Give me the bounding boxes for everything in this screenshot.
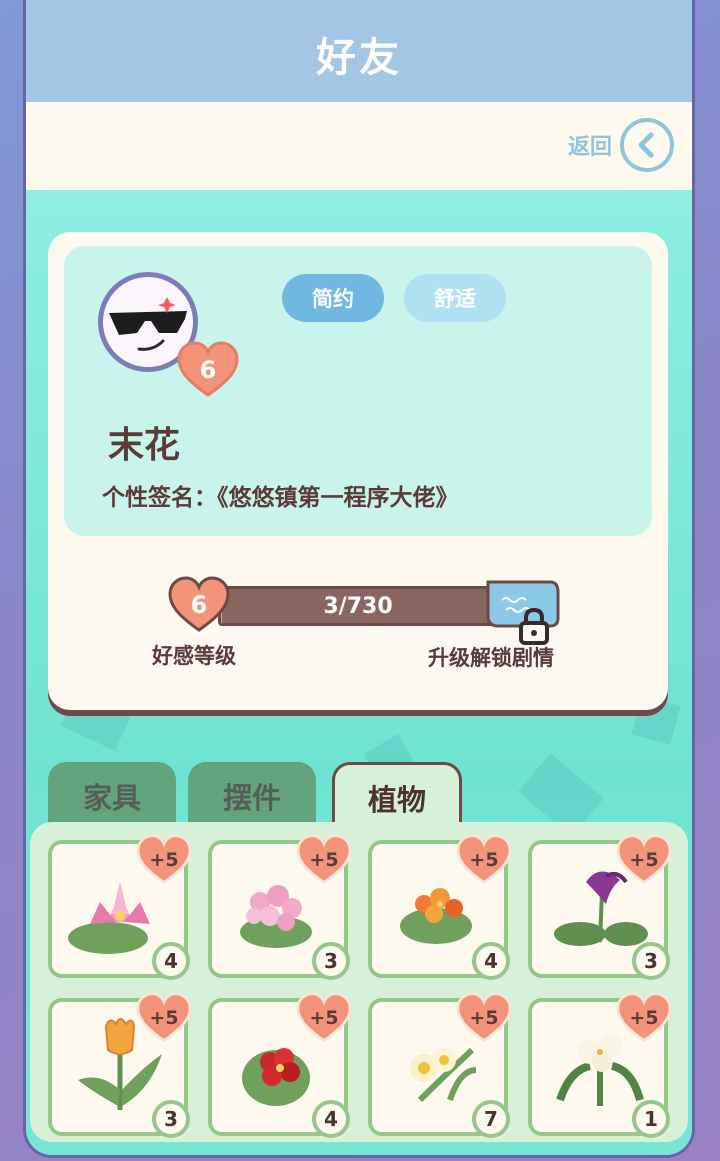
title-bar: 好友 bbox=[26, 0, 692, 102]
bonus-text: +5 bbox=[629, 1007, 659, 1029]
item-card[interactable]: +5 3 bbox=[48, 992, 192, 1138]
item-count: 3 bbox=[632, 942, 670, 980]
bonus-text: +5 bbox=[309, 849, 339, 871]
bonus-text: +5 bbox=[149, 849, 179, 871]
bonus-heart: +5 bbox=[616, 834, 672, 886]
item-card[interactable]: +5 3 bbox=[208, 834, 352, 980]
avatar[interactable]: 6 bbox=[98, 272, 239, 397]
bonus-heart: +5 bbox=[456, 992, 512, 1044]
category-tabs: 家具 摆件 植物 bbox=[48, 762, 668, 830]
item-count: 4 bbox=[152, 942, 190, 980]
affinity-progress-bar: 3/730 bbox=[218, 586, 498, 626]
back-button[interactable]: 返回 bbox=[568, 118, 674, 172]
story-unlock-button[interactable] bbox=[484, 578, 560, 645]
item-count: 3 bbox=[312, 942, 350, 980]
item-card[interactable]: +5 4 bbox=[208, 992, 352, 1138]
friend-panel: 好友 返回 6 简约 舒适 末花 个性签名：《悠悠镇第一程序大佬》 3/730 … bbox=[26, 0, 692, 1155]
item-card[interactable]: +5 1 bbox=[528, 992, 672, 1138]
nav-bar: 返回 bbox=[26, 102, 692, 190]
unlock-story-label: 升级解锁剧情 bbox=[428, 646, 554, 670]
bonus-heart: +5 bbox=[136, 834, 192, 886]
page-title: 好友 bbox=[316, 35, 402, 81]
tag-simple[interactable]: 简约 bbox=[282, 274, 384, 322]
bonus-heart: +5 bbox=[616, 992, 672, 1044]
plant-grid: +5 4 +5 3 +5 4 +5 3 +5 3 +5 4 +5 7 +5 1 bbox=[30, 822, 688, 1142]
bonus-heart: +5 bbox=[296, 834, 352, 886]
bonus-text: +5 bbox=[469, 1007, 499, 1029]
chevron-left-icon bbox=[620, 118, 674, 172]
item-card[interactable]: +5 7 bbox=[368, 992, 512, 1138]
affinity-level-number: 6 bbox=[190, 591, 208, 619]
bonus-text: +5 bbox=[149, 1007, 179, 1029]
bonus-text: +5 bbox=[629, 849, 659, 871]
affinity-level-label: 好感等级 bbox=[152, 644, 236, 668]
level-number: 6 bbox=[199, 356, 217, 384]
tag-comfort[interactable]: 舒适 bbox=[404, 274, 506, 322]
item-card[interactable]: +5 4 bbox=[48, 834, 192, 980]
tab-plants[interactable]: 植物 bbox=[332, 762, 462, 830]
item-count: 7 bbox=[472, 1100, 510, 1138]
level-heart-badge: 6 bbox=[177, 341, 239, 399]
bonus-text: +5 bbox=[469, 849, 499, 871]
friend-name: 末花 bbox=[108, 425, 181, 466]
bonus-heart: +5 bbox=[456, 834, 512, 886]
lock-icon bbox=[519, 608, 549, 645]
item-card[interactable]: +5 4 bbox=[368, 834, 512, 980]
item-count: 4 bbox=[312, 1100, 350, 1138]
item-count: 1 bbox=[632, 1100, 670, 1138]
signature: 个性签名：《悠悠镇第一程序大佬》 bbox=[102, 485, 459, 511]
item-card[interactable]: +5 3 bbox=[528, 834, 672, 980]
friend-card: 6 简约 舒适 末花 个性签名：《悠悠镇第一程序大佬》 3/730 6 好感等级… bbox=[48, 232, 668, 710]
bonus-heart: +5 bbox=[136, 992, 192, 1044]
profile-box: 6 简约 舒适 末花 个性签名：《悠悠镇第一程序大佬》 bbox=[64, 246, 652, 536]
affinity-heart-badge: 6 bbox=[168, 576, 230, 634]
tab-ornaments[interactable]: 摆件 bbox=[188, 762, 316, 830]
bonus-heart: +5 bbox=[296, 992, 352, 1044]
bonus-text: +5 bbox=[309, 1007, 339, 1029]
item-count: 3 bbox=[152, 1100, 190, 1138]
item-count: 4 bbox=[472, 942, 510, 980]
progress-text: 3/730 bbox=[323, 593, 393, 619]
back-label: 返回 bbox=[567, 135, 612, 160]
tab-furniture[interactable]: 家具 bbox=[48, 762, 176, 830]
